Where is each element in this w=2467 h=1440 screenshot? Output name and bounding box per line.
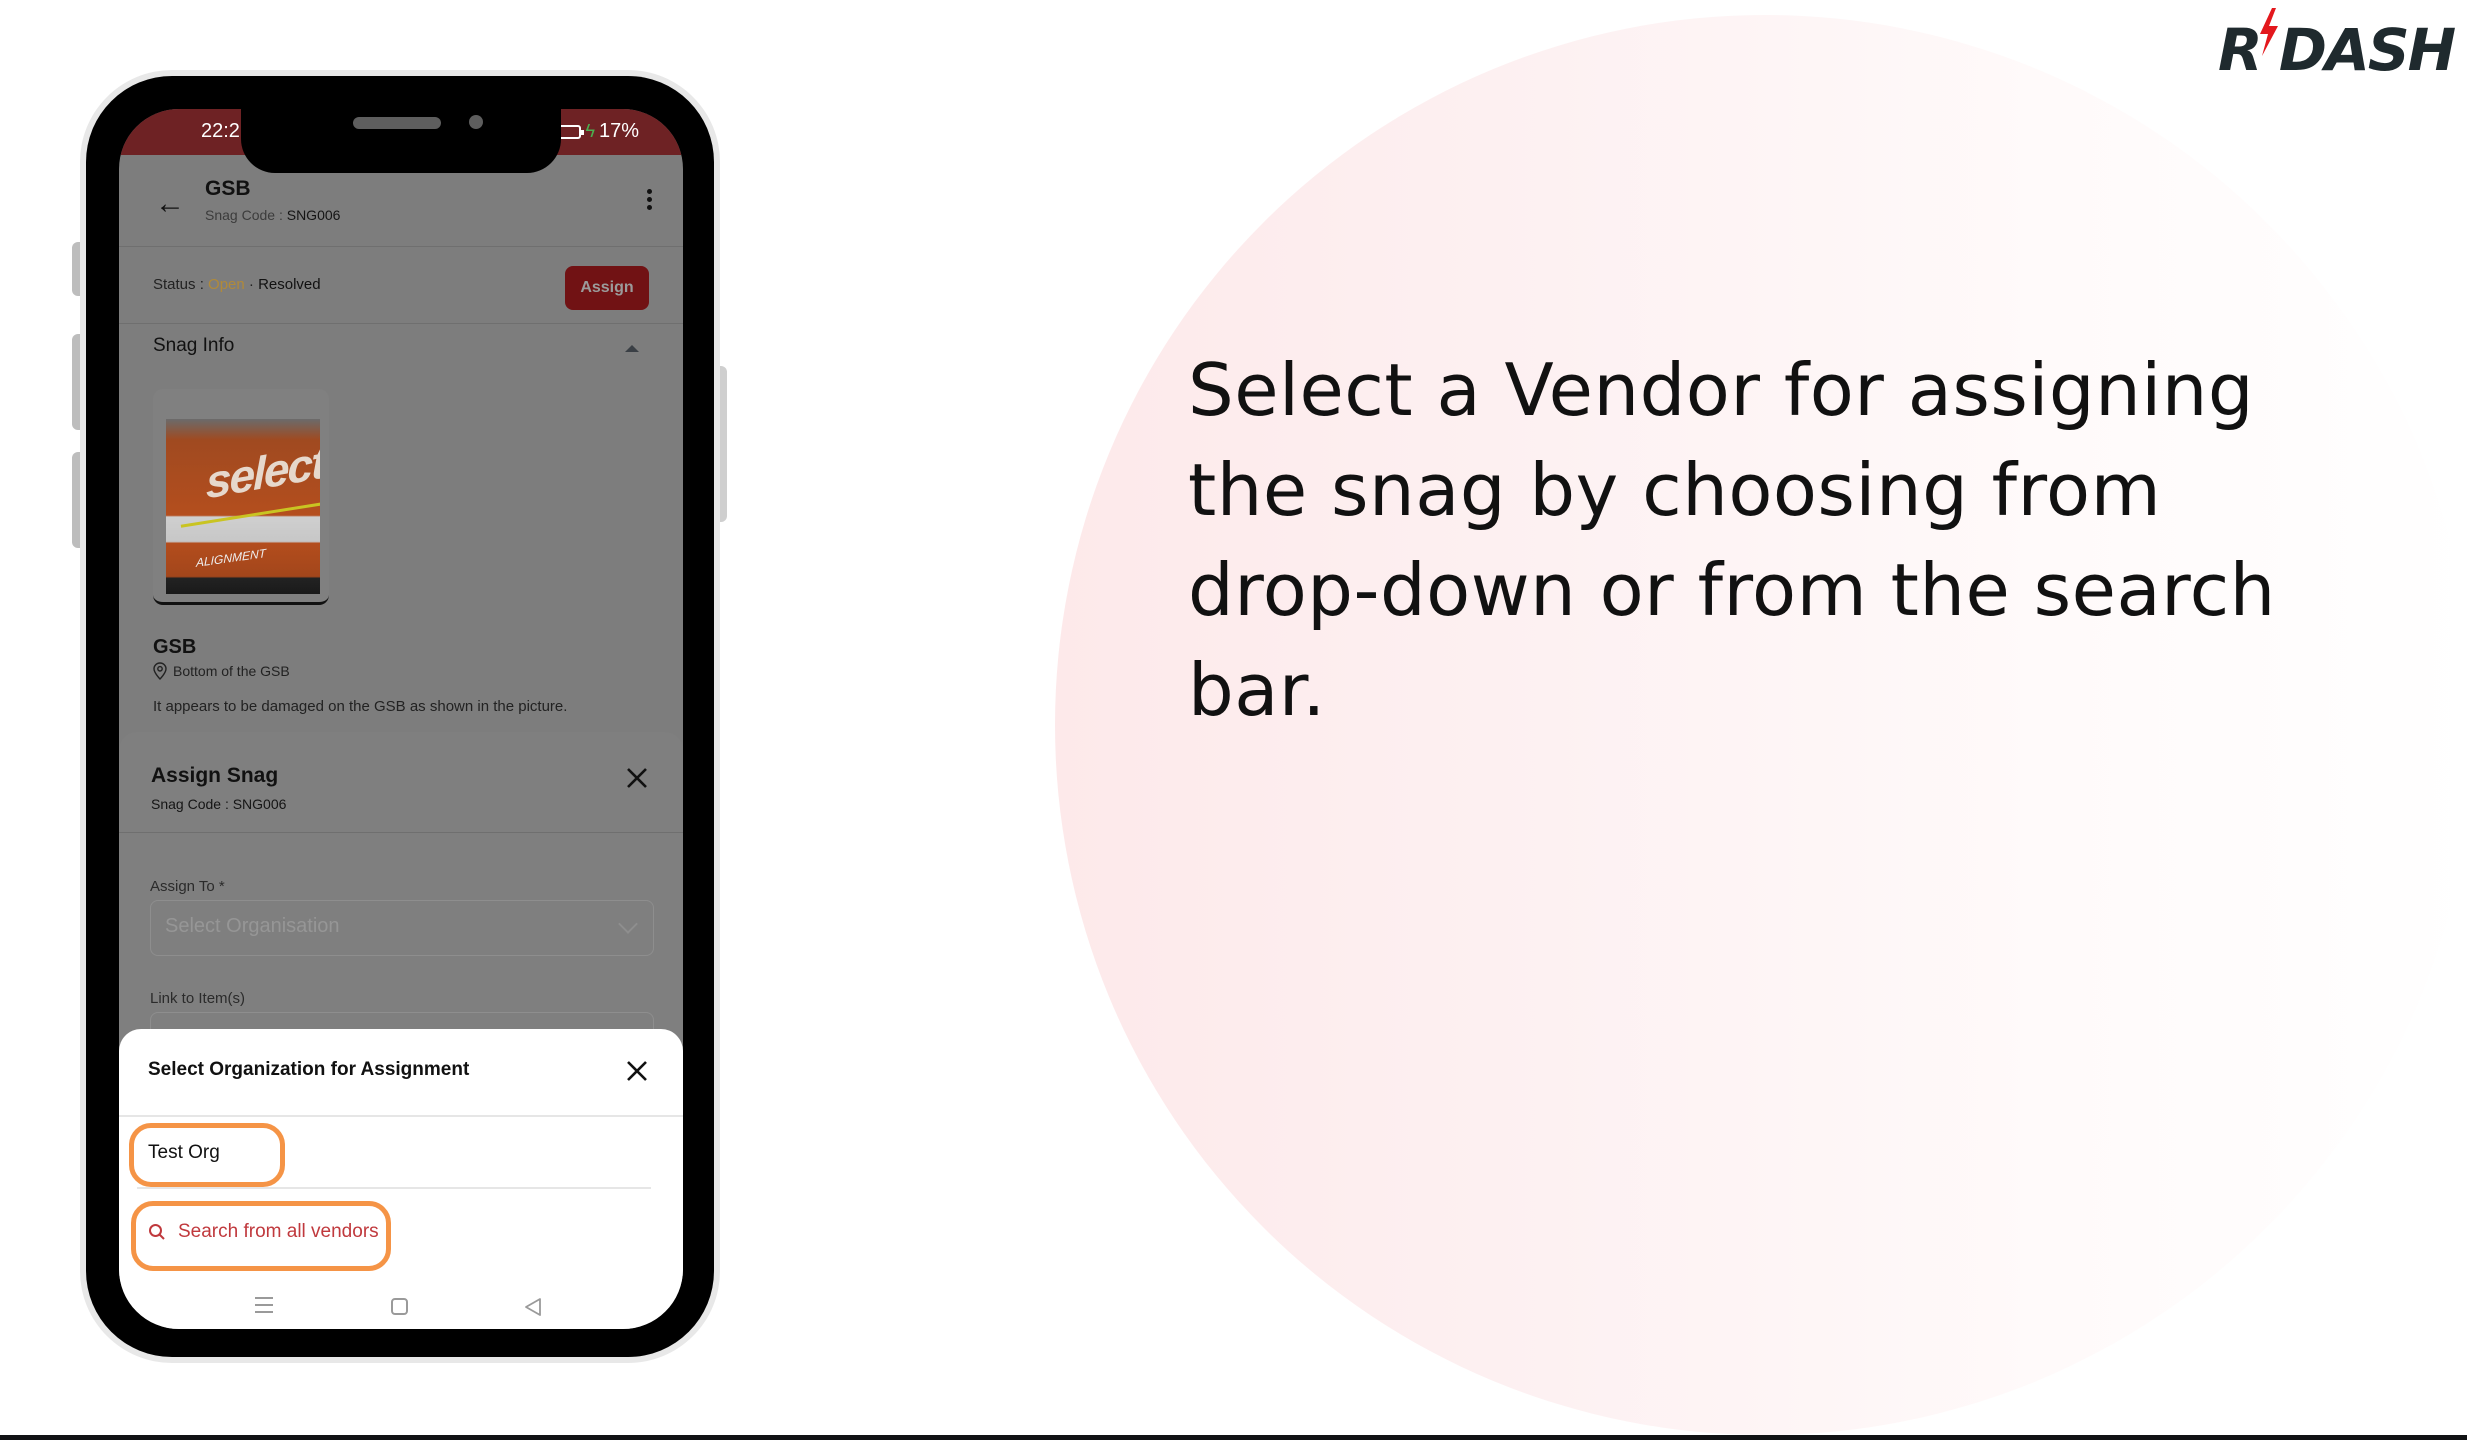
- assign-to-placeholder: Select Organisation: [165, 915, 340, 937]
- back-triangle-icon[interactable]: [523, 1297, 543, 1317]
- phone-button-left: [72, 452, 80, 548]
- highlight-box: [131, 1201, 391, 1271]
- link-items-label: Link to Item(s): [150, 990, 246, 1007]
- item-location: Bottom of the GSB: [153, 662, 290, 680]
- chevron-down-icon: [618, 914, 638, 934]
- status-separator: ·: [244, 276, 259, 293]
- photo-sign-text: select: [206, 435, 320, 509]
- phone-button-left: [72, 334, 80, 430]
- assign-button[interactable]: Assign: [565, 266, 649, 310]
- status-label: Status :: [153, 276, 209, 293]
- close-icon[interactable]: [625, 1059, 649, 1083]
- snag-info-heading[interactable]: Snag Info: [153, 335, 234, 357]
- battery-indicator: ϟ 17%: [555, 120, 639, 143]
- photo-sub-text: ALIGNMENT: [196, 546, 267, 570]
- battery-level: 17%: [598, 120, 639, 142]
- lightning-bolt-icon: [2260, 8, 2278, 56]
- phone-button-left: [72, 242, 80, 296]
- status-open: Open: [208, 276, 245, 293]
- close-icon[interactable]: [625, 766, 649, 790]
- divider: [119, 832, 683, 833]
- snag-code-value: SNG006: [286, 207, 341, 223]
- bottom-divider: [0, 1435, 2467, 1440]
- status-text: Status : Open · Resolved: [153, 276, 321, 293]
- snag-code: Snag Code : SNG006: [205, 207, 340, 223]
- snag-photo-card[interactable]: select ALIGNMENT: [153, 389, 329, 605]
- photo-annotation-line: [180, 501, 320, 528]
- divider: [119, 1115, 683, 1117]
- select-organization-sheet: Select Organization for Assignment Test …: [119, 1029, 683, 1329]
- option-divider: [137, 1187, 651, 1189]
- status-row: Status : Open · Resolved Assign: [119, 248, 683, 324]
- recents-icon[interactable]: [255, 1297, 273, 1315]
- snag-photo[interactable]: select ALIGNMENT: [166, 419, 320, 594]
- app-bar: ← GSB Snag Code : SNG006: [119, 155, 683, 247]
- status-resolved: Resolved: [258, 276, 321, 293]
- phone-screen: 22:2 ϟ 17% ← GSB Snag Code : SNG006 Stat…: [119, 109, 683, 1329]
- caret-up-icon[interactable]: [625, 345, 639, 352]
- arrow-left-icon[interactable]: ←: [155, 189, 185, 219]
- page-title: GSB: [205, 177, 251, 200]
- assign-sheet-snag-code: Snag Code : SNG006: [151, 796, 287, 812]
- assign-sheet-title: Assign Snag: [151, 764, 279, 787]
- status-time: 22:2: [201, 120, 240, 142]
- org-sheet-title: Select Organization for Assignment: [148, 1059, 470, 1080]
- speaker-grille: [353, 117, 441, 129]
- item-description: It appears to be damaged on the GSB as s…: [153, 698, 568, 715]
- assign-to-select[interactable]: Select Organisation: [150, 900, 654, 956]
- front-camera: [469, 115, 483, 129]
- assign-to-label: Assign To *: [150, 878, 225, 895]
- highlight-box: [129, 1123, 285, 1187]
- snag-code-label: Snag Code :: [205, 207, 287, 223]
- phone-button-right: [720, 366, 727, 522]
- home-icon[interactable]: [391, 1298, 408, 1315]
- location-text: Bottom of the GSB: [173, 663, 290, 679]
- kebab-menu-icon[interactable]: [647, 189, 653, 213]
- rdash-logo: R DASH: [2218, 8, 2458, 84]
- instruction-caption: Select a Vendor for assigning the snag b…: [1188, 348, 2276, 732]
- android-nav-bar: [119, 1289, 683, 1329]
- charging-icon: ϟ: [585, 121, 595, 141]
- location-pin-icon: [153, 662, 167, 680]
- item-title: GSB: [153, 636, 197, 658]
